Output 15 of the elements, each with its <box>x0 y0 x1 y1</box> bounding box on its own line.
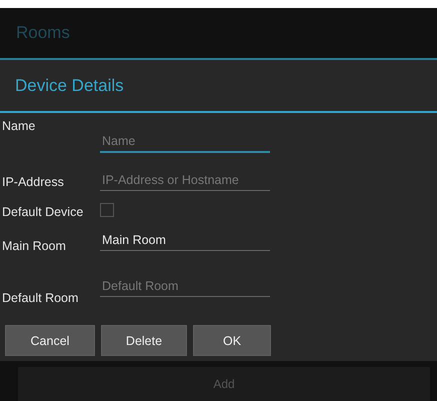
field-label: Default Room <box>2 291 80 307</box>
ok-button[interactable]: OK <box>193 325 271 356</box>
input-field[interactable]: Default Room <box>100 279 270 297</box>
screen-title: Rooms <box>16 23 70 43</box>
field-label: Default Device <box>2 205 84 221</box>
input-field[interactable]: Main Room <box>100 233 270 251</box>
field-label: IP-Address <box>2 175 65 191</box>
input-field[interactable]: IP-Address or Hostname <box>100 173 270 191</box>
delete-button[interactable]: Delete <box>101 325 187 356</box>
checkbox[interactable] <box>100 203 114 217</box>
input-field[interactable]: Name <box>100 134 270 153</box>
cancel-button[interactable]: Cancel <box>5 325 95 356</box>
dialog-title: Device Details <box>15 76 124 96</box>
field-label: Main Room <box>2 239 67 255</box>
field-label: Name <box>2 119 36 135</box>
